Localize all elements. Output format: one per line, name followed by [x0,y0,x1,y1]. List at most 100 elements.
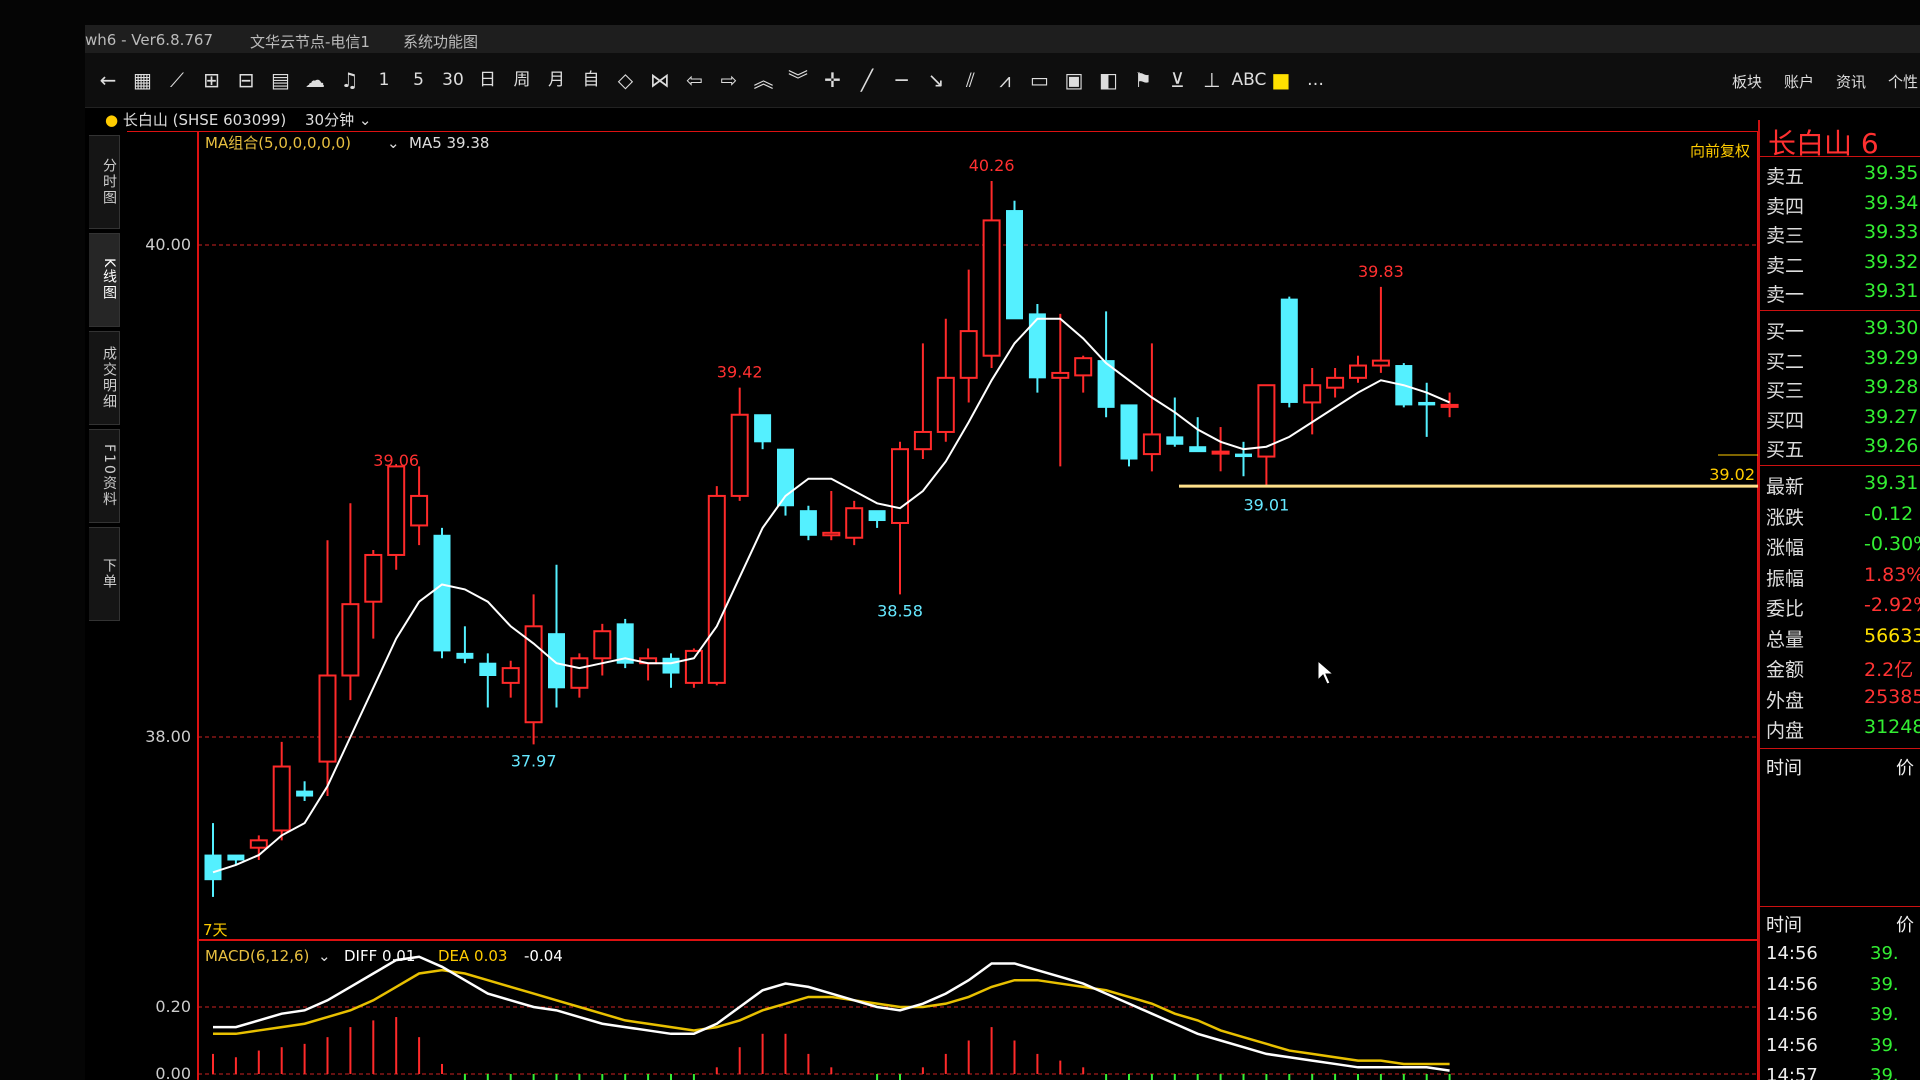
kline-chart[interactable]: 40.00 38.00 0.20 0.00 MA组合(5,0,0,0,0,0) … [125,131,1758,1080]
candle-body [868,510,886,522]
price-header-label: 价 [1896,915,1914,936]
quote-value: 39.31 [1864,280,1919,302]
bid-row: 买一 39.30 [1760,315,1920,345]
ask-row: 卖四 39.34 [1760,190,1920,220]
tick-row: 14:56 39. [1760,972,1920,1002]
slash-icon[interactable]: ╱ [852,67,882,93]
tab-f10[interactable]: F10资料 [89,429,120,523]
tick-row: 14:56 39. [1760,941,1920,971]
dash-icon[interactable]: ─ [887,67,917,93]
toolbar-item-10[interactable]: 30 [438,67,468,93]
back-icon[interactable]: ← [93,67,123,93]
candle-body [1326,376,1345,389]
table-icon[interactable]: ▤ [266,67,296,93]
toolbar-item-35[interactable]: … [1301,67,1331,93]
toolbar-item-13[interactable]: 月 [542,67,572,93]
toolbar-item-33[interactable]: ABC [1232,67,1267,93]
quote-value: 39.32 [1864,250,1919,273]
fork-icon[interactable]: ⊻ [1163,67,1193,93]
toolbar-item-11[interactable]: 日 [473,67,503,93]
toolbar-right-item-1[interactable]: 账户 [1784,71,1814,92]
panel-icon[interactable]: ▣ [1059,67,1089,93]
quote-label: 委比 [1766,598,1805,620]
tab-kline[interactable]: K线图 [89,233,120,327]
rect-icon[interactable]: ▭ [1025,67,1055,93]
panel2-icon[interactable]: ◧ [1094,67,1124,93]
system-menu[interactable]: 系统功能图 [403,31,478,52]
candle-body [364,553,383,603]
color-swatch-icon[interactable]: ■ [1266,67,1296,93]
tab-timeshare[interactable]: 分时图 [89,135,120,229]
toolbar-right-item-3[interactable]: 个性 [1888,71,1918,92]
candle-body [1074,357,1093,377]
arrow-down-right-icon[interactable]: ↘ [921,67,951,93]
split-icon[interactable]: ⊞ [197,67,227,93]
zigzag-icon[interactable]: ⩘ [990,67,1020,93]
tick-time: 14:57 [1766,1065,1818,1080]
candle [845,500,864,546]
tab-order[interactable]: 下单 [89,527,120,621]
candle-body [204,854,222,881]
quote-label: 买二 [1766,350,1805,373]
candle [777,448,794,516]
toolbar-item-14[interactable]: 自 [576,67,606,93]
quote-value: -2.92% [1864,594,1920,616]
stock-dot-icon: ● [105,111,123,129]
quote-label: 涨幅 [1766,537,1805,559]
flag-icon[interactable]: ⚑ [1128,67,1158,93]
adjust-mode-label[interactable]: 向前复权 [1690,142,1750,160]
quote-label: 总量 [1766,628,1805,651]
app-title: wh6 - Ver6.8.767 [85,31,214,49]
candle-body [845,507,864,539]
candle-body [982,219,1001,357]
bowtie-icon[interactable]: ⋈ [645,67,675,93]
quote-panel: 长白山 6 卖五 39.35 卖四 39.34 卖三 39.33 卖二 39.32 卖一 39.3… [1758,120,1920,1080]
ma-legend[interactable]: MA组合(5,0,0,0,0,0) ⌄ MA5 39.38 [205,134,489,152]
ma-combo-label[interactable]: MA组合(5,0,0,0,0,0) [205,134,351,152]
diamond-icon[interactable]: ◇ [611,67,641,93]
stock-selector-bar[interactable]: ● 长白山 (SHSE 603099) 30分钟 ⌄ [105,109,371,131]
line-icon[interactable]: ⟋ [162,67,192,93]
quote-value: 1.83% [1864,563,1920,586]
server-node[interactable]: 文华云节点-电信1 [250,31,370,52]
candle-body [936,376,955,433]
time-header-label: 时间 [1766,758,1802,779]
ask-row: 卖三 39.33 [1760,219,1920,249]
double-up-icon[interactable]: ︽ [749,67,779,93]
stock-name[interactable]: 长白山 [123,111,168,129]
cloud-icon[interactable]: ☁ [300,67,330,93]
chevron-down-icon[interactable]: ⌄ [318,947,331,965]
cross-icon[interactable]: ✛ [818,67,848,93]
chevron-down-icon: ⌄ [358,111,372,129]
tab-trade-detail[interactable]: 成交明细 [89,331,120,425]
candle-body [1303,384,1322,404]
quote-label: 内盘 [1766,720,1805,742]
candle-body [754,414,772,443]
high-label: 39.83 [1358,262,1404,281]
toolbar-item-9[interactable]: 5 [404,67,434,93]
macd-label[interactable]: MACD(6,12,6) [205,947,309,965]
candle-body [891,448,909,524]
ma5-value: MA5 39.38 [409,134,489,152]
tick-row: 14:56 39. [1760,1002,1920,1032]
quote-value: 2.2亿 [1864,659,1914,681]
bell-icon[interactable]: ♫ [335,67,365,93]
toolbar-item-8[interactable]: 1 [369,67,399,93]
double-down-icon[interactable]: ︾ [783,67,813,93]
chevron-down-icon[interactable]: ⌄ [387,134,400,152]
candle-body [707,494,726,684]
layout-icon[interactable]: ⊟ [231,67,261,93]
parallel-icon[interactable]: ⫽ [956,67,986,93]
toolbar-right-item-2[interactable]: 资讯 [1836,71,1866,92]
arrow-left-icon[interactable]: ⇦ [680,67,710,93]
quote-value: 39.27 [1864,405,1919,428]
baseline-icon[interactable]: ⊥ [1197,67,1227,93]
toolbar-item-12[interactable]: 周 [507,67,537,93]
grid-icon[interactable]: ▦ [128,67,158,93]
period-label: 30分钟 [304,111,355,129]
low-label: 39.01 [1243,496,1289,515]
arrow-right-icon[interactable]: ⇨ [714,67,744,93]
quote-value: 39.29 [1864,346,1919,369]
period-selector[interactable]: 30分钟 ⌄ [305,111,371,129]
toolbar-right-item-0[interactable]: 板块 [1732,71,1762,92]
